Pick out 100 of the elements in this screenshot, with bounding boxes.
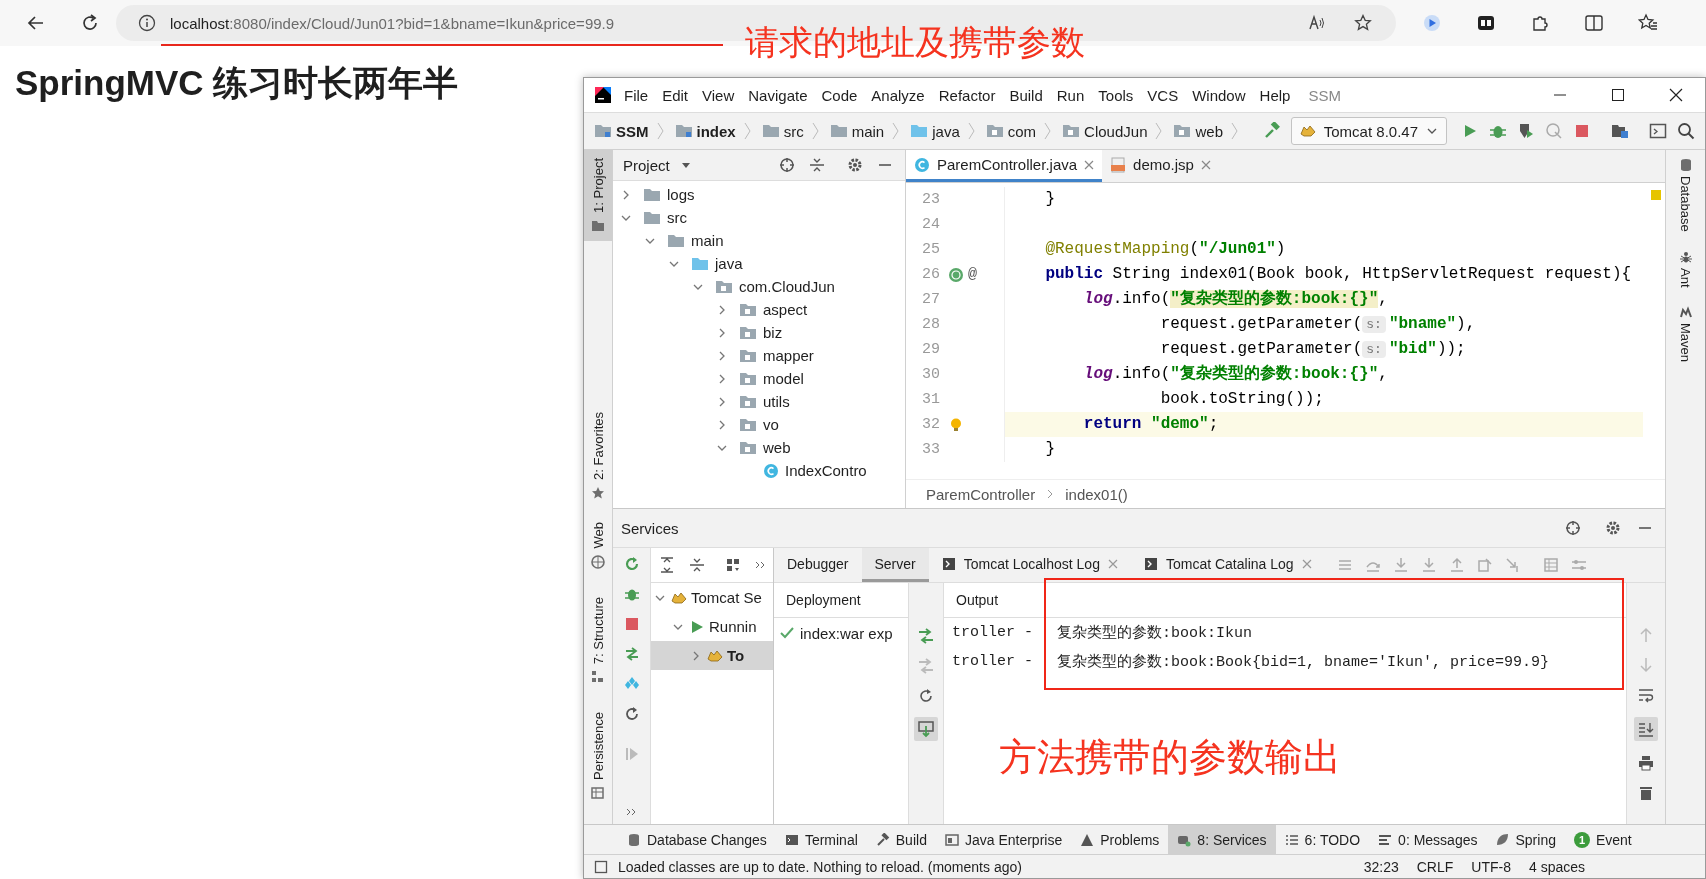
menu-item[interactable]: Tools <box>1098 86 1134 104</box>
chevron-right-icon[interactable] <box>717 419 727 430</box>
read-aloud-icon[interactable] <box>1308 14 1326 32</box>
tree-item[interactable]: IndexContro <box>785 462 867 479</box>
deploy-icon[interactable] <box>623 646 640 662</box>
search-icon[interactable] <box>1677 122 1695 140</box>
chevron-right-icon[interactable] <box>717 396 727 407</box>
deployment-item[interactable]: index:war exp <box>774 618 908 648</box>
scroll-to-end-icon[interactable] <box>1634 717 1658 741</box>
tool-window-tab[interactable]: 2: Favorites <box>584 404 612 508</box>
breadcrumb-item[interactable]: com <box>985 122 1053 140</box>
tree-item[interactable]: aspect <box>763 301 808 318</box>
tool-window-tab[interactable]: 6: TODO <box>1275 825 1370 854</box>
chevron-right-icon[interactable] <box>717 373 727 384</box>
split-screen-icon[interactable] <box>1584 13 1604 33</box>
menu-item[interactable]: Analyze <box>871 86 925 104</box>
star-icon[interactable] <box>1354 14 1372 32</box>
info-icon[interactable] <box>138 14 156 32</box>
menu-item[interactable]: VCS <box>1147 86 1179 104</box>
breadcrumb-item[interactable]: ParemController <box>926 485 1036 503</box>
download-icon[interactable] <box>914 717 938 741</box>
collapse-all-icon[interactable] <box>689 557 705 573</box>
more-icon[interactable] <box>625 806 638 818</box>
menu-item[interactable]: File <box>624 86 649 104</box>
breadcrumb-item[interactable]: java <box>910 122 976 140</box>
coverage-icon[interactable] <box>1517 122 1535 140</box>
status-item[interactable]: 32:23 <box>1363 858 1399 875</box>
breadcrumb-item[interactable]: web <box>1173 122 1239 140</box>
gutter-marker[interactable]: @ <box>968 266 977 283</box>
tree-item[interactable]: logs <box>667 186 695 203</box>
tree-item[interactable]: mapper <box>763 347 814 364</box>
menu-item[interactable]: Window <box>1192 86 1246 104</box>
tree-item[interactable]: web <box>763 439 791 456</box>
breadcrumb-item[interactable]: src <box>761 122 820 140</box>
group-icon[interactable] <box>725 557 741 573</box>
breadcrumb-item[interactable]: main <box>829 122 901 140</box>
chevron-right-icon[interactable] <box>717 304 727 315</box>
tree-item[interactable]: biz <box>763 324 783 341</box>
maximize-icon[interactable] <box>1610 87 1626 103</box>
editor-tab[interactable]: ParemController.java <box>906 150 1103 182</box>
chevron-right-icon[interactable] <box>691 650 701 661</box>
window-icon[interactable] <box>1649 122 1667 140</box>
expand-all-icon[interactable] <box>659 557 675 573</box>
tree-item[interactable]: src <box>667 209 687 226</box>
stop-icon[interactable] <box>623 616 640 632</box>
status-item[interactable]: 4 spaces <box>1528 858 1585 875</box>
tab[interactable]: Server <box>861 548 929 582</box>
reload-icon[interactable] <box>80 13 100 33</box>
tool-window-tab[interactable]: Build <box>866 825 936 854</box>
chevron-right-icon[interactable] <box>717 327 727 338</box>
tool-window-tab[interactable]: Database Changes <box>618 825 776 854</box>
menu-item[interactable]: Refactor <box>938 86 996 104</box>
tree-item[interactable]: java <box>715 255 743 272</box>
tab[interactable]: Tomcat Localhost Log <box>928 548 1131 582</box>
menu-item[interactable]: Build <box>1009 86 1043 104</box>
run-configuration-dropdown[interactable]: Tomcat 8.0.47 <box>1290 117 1447 145</box>
warning-marker[interactable] <box>1651 190 1661 200</box>
menu-item[interactable]: Code <box>821 86 858 104</box>
settings-icon[interactable] <box>1605 520 1621 536</box>
tool-window-tab[interactable]: Spring <box>1486 825 1565 854</box>
rerun-icon[interactable] <box>623 556 640 572</box>
tool-window-tab[interactable]: Ant <box>1666 245 1705 292</box>
refresh-icon[interactable] <box>623 706 640 722</box>
tool-window-tab[interactable]: Terminal <box>775 825 867 854</box>
trash-icon[interactable] <box>1638 785 1654 801</box>
status-item[interactable]: UTF-8 <box>1471 858 1511 875</box>
tree-row[interactable]: Tomcat Se <box>651 583 773 612</box>
lightbulb-icon[interactable] <box>948 416 964 433</box>
menu-item[interactable]: Run <box>1056 86 1085 104</box>
tool-window-tab[interactable]: Web <box>584 514 612 577</box>
tool-window-tab[interactable]: 1 Event <box>1564 825 1641 854</box>
tool-window-tab[interactable]: Persistence <box>584 703 612 808</box>
tab[interactable]: Tomcat Catalina Log <box>1130 548 1325 582</box>
panel-title-dropdown[interactable]: Project <box>623 156 692 174</box>
tool-window-tab[interactable]: 7: Structure <box>584 588 612 692</box>
tree-item[interactable]: vo <box>763 416 779 433</box>
tool-window-tab[interactable]: 0: Messages <box>1369 825 1487 854</box>
tab[interactable]: Debugger <box>774 548 862 582</box>
breadcrumb-item[interactable]: CloudJun <box>1062 122 1164 140</box>
square-icon[interactable] <box>594 859 608 874</box>
tree-row[interactable]: Runnin <box>651 612 773 641</box>
print-icon[interactable] <box>1638 755 1654 771</box>
menu-item[interactable]: View <box>702 86 735 104</box>
breadcrumb-item[interactable]: index01() <box>1065 485 1128 503</box>
chevron-right-icon[interactable] <box>717 350 727 361</box>
tree-item[interactable]: utils <box>763 393 790 410</box>
puzzle-icon[interactable] <box>1530 13 1550 33</box>
deploy-icon[interactable] <box>917 627 935 645</box>
soft-wrap-icon[interactable] <box>1638 687 1654 703</box>
menu-item[interactable]: Help <box>1259 86 1291 104</box>
target-icon[interactable] <box>779 157 795 173</box>
tree-item[interactable]: model <box>763 370 804 387</box>
globe-icon[interactable] <box>948 266 964 283</box>
extension-icon[interactable] <box>1476 13 1496 33</box>
breadcrumb-item[interactable]: SSM <box>594 122 665 140</box>
menu-item[interactable]: Edit <box>662 86 689 104</box>
settings-icon[interactable] <box>847 157 863 173</box>
chevron-right-icon[interactable] <box>621 189 631 200</box>
tree-item[interactable]: main <box>691 232 724 249</box>
favorites-icon[interactable] <box>1638 13 1658 33</box>
